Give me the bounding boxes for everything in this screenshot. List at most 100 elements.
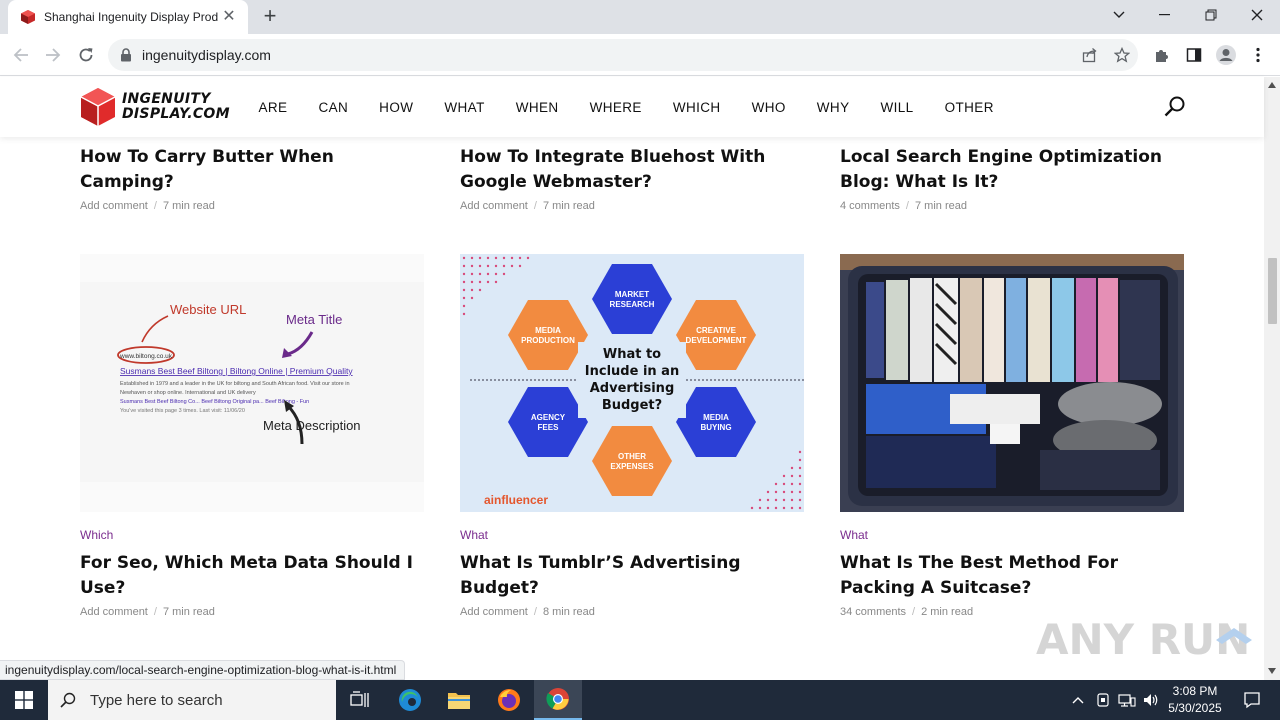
nav-are[interactable]: ARE xyxy=(243,100,303,115)
search-icon xyxy=(60,692,76,708)
logo-cube-icon xyxy=(80,88,116,126)
post-title[interactable]: For Seo, Which Meta Data Should I Use? xyxy=(80,551,424,600)
edge-browser-icon[interactable] xyxy=(386,680,434,720)
hex-market-1: MARKET xyxy=(615,290,649,299)
post-title[interactable]: How To Integrate Bluehost With Google We… xyxy=(460,145,804,194)
nav-what[interactable]: WHAT xyxy=(429,100,500,115)
tray-chevron-up-icon[interactable] xyxy=(1068,680,1088,720)
chrome-taskbar-icon[interactable] xyxy=(534,680,582,720)
hex-market-2: RESEARCH xyxy=(610,300,655,309)
taskbar-search-box[interactable]: Type here to search xyxy=(48,680,336,720)
share-icon[interactable] xyxy=(1077,42,1103,68)
scroll-up-arrow-icon[interactable] xyxy=(1268,82,1276,88)
post-title[interactable]: What Is Tumblr’S Advertising Budget? xyxy=(460,551,804,600)
task-view-icon[interactable] xyxy=(336,680,384,720)
site-favicon-icon xyxy=(21,10,35,24)
tray-device-icon[interactable] xyxy=(1092,680,1114,720)
post-comments[interactable]: 34 comments xyxy=(840,606,906,618)
hex-creative-2: DEVELOPMENT xyxy=(686,336,747,345)
hex-agency-1: AGENCY xyxy=(531,413,566,422)
nav-where[interactable]: WHERE xyxy=(574,100,657,115)
tab-search-chevron-icon[interactable] xyxy=(1096,0,1142,30)
post-title[interactable]: How To Carry Butter When Camping? xyxy=(80,145,424,194)
main-nav: ARE CAN HOW WHAT WHEN WHERE WHICH WHO WH… xyxy=(243,77,1009,137)
post-category[interactable]: What xyxy=(460,528,804,542)
bookmark-star-icon[interactable] xyxy=(1109,42,1135,68)
forward-arrow-icon[interactable] xyxy=(40,42,66,68)
post-card[interactable]: What What Is The Best Method For Packing… xyxy=(840,528,1184,618)
reload-icon[interactable] xyxy=(73,42,99,68)
new-tab-button[interactable]: + xyxy=(258,5,282,28)
post-category[interactable]: What xyxy=(840,528,1184,542)
nav-can[interactable]: CAN xyxy=(303,100,364,115)
chrome-menu-icon[interactable] xyxy=(1245,42,1271,68)
post-comments[interactable]: Add comment xyxy=(460,606,528,618)
post-comments[interactable]: Add comment xyxy=(80,200,148,212)
nav-other[interactable]: OTHER xyxy=(929,100,1009,115)
back-arrow-icon[interactable] xyxy=(8,42,34,68)
taskbar-clock[interactable]: 3:08 PM 5/30/2025 xyxy=(1162,683,1228,717)
post-comments[interactable]: Add comment xyxy=(460,200,528,212)
page-scrollbar[interactable] xyxy=(1264,77,1280,680)
post-thumbnail-advertising-budget[interactable]: MARKET RESEARCH MEDIA PRODUCTION CREATIV… xyxy=(460,254,804,512)
site-logo[interactable]: INGENUITY DISPLAY.COM xyxy=(80,87,230,127)
file-explorer-icon[interactable] xyxy=(435,680,483,720)
post-card[interactable]: How To Integrate Bluehost With Google We… xyxy=(460,145,804,212)
post-title[interactable]: What Is The Best Method For Packing A Su… xyxy=(840,551,1184,600)
browser-toolbar: ingenuitydisplay.com xyxy=(0,34,1280,76)
budget-center-2: Include in an xyxy=(585,364,679,379)
nav-when[interactable]: WHEN xyxy=(500,100,574,115)
label-website-url: Website URL xyxy=(170,302,246,317)
tab-title: Shanghai Ingenuity Display Prod xyxy=(44,10,219,24)
anyrun-watermark: ANY RUN xyxy=(1036,615,1252,664)
hex-other-1: OTHER xyxy=(618,452,646,461)
post-card[interactable]: Which For Seo, Which Meta Data Should I … xyxy=(80,528,424,618)
close-window-button[interactable] xyxy=(1234,0,1280,30)
address-bar[interactable]: ingenuitydisplay.com xyxy=(108,39,1138,71)
nav-who[interactable]: WHO xyxy=(736,100,801,115)
site-header: INGENUITY DISPLAY.COM ARE CAN HOW WHAT W… xyxy=(0,77,1264,137)
taskbar-search-placeholder: Type here to search xyxy=(90,691,223,709)
start-button[interactable] xyxy=(0,680,48,720)
label-meta-description: Meta Description xyxy=(263,418,361,433)
budget-center-3: Advertising xyxy=(590,381,675,396)
extensions-puzzle-icon[interactable] xyxy=(1149,42,1175,68)
tab-close-icon[interactable]: ✕ xyxy=(220,8,238,26)
post-category[interactable]: Which xyxy=(80,528,424,542)
link-status-bar: ingenuitydisplay.com/local-search-engine… xyxy=(0,660,406,680)
side-panel-icon[interactable] xyxy=(1181,42,1207,68)
post-title[interactable]: Local Search Engine Optimization Blog: W… xyxy=(840,145,1184,194)
serp-title: Susmans Best Beef Biltong | Biltong Onli… xyxy=(120,366,353,376)
minimize-button[interactable] xyxy=(1142,0,1188,30)
profile-avatar-icon[interactable] xyxy=(1213,42,1239,68)
post-comments[interactable]: 4 comments xyxy=(840,200,900,212)
hex-media-prod-1: MEDIA xyxy=(535,326,561,335)
nav-will[interactable]: WILL xyxy=(865,100,929,115)
restore-button[interactable] xyxy=(1188,0,1234,30)
address-url: ingenuitydisplay.com xyxy=(142,47,271,63)
notification-icon[interactable] xyxy=(1232,680,1272,720)
post-read-time: 7 min read xyxy=(914,200,967,212)
nav-which[interactable]: WHICH xyxy=(657,100,736,115)
site-search-icon[interactable] xyxy=(1162,94,1188,120)
network-icon[interactable] xyxy=(1116,680,1138,720)
hex-buying-1: MEDIA xyxy=(703,413,729,422)
nav-how[interactable]: HOW xyxy=(364,100,429,115)
browser-tab[interactable]: Shanghai Ingenuity Display Prod ✕ xyxy=(8,0,248,34)
scroll-down-arrow-icon[interactable] xyxy=(1268,668,1276,674)
post-thumbnail-meta-data[interactable]: Website URL Meta Title www.biltong.co.uk… xyxy=(80,254,424,512)
nav-why[interactable]: WHY xyxy=(801,100,865,115)
volume-icon[interactable] xyxy=(1140,680,1162,720)
post-card[interactable]: Local Search Engine Optimization Blog: W… xyxy=(840,145,1184,212)
post-read-time: 7 min read xyxy=(542,200,595,212)
windows-taskbar: Type here to search 3:08 PM 5/30/2025 xyxy=(0,680,1280,720)
post-card[interactable]: What What Is Tumblr’S Advertising Budget… xyxy=(460,528,804,618)
logo-line-2: DISPLAY.COM xyxy=(122,106,230,122)
browser-titlebar: Shanghai Ingenuity Display Prod ✕ + xyxy=(0,0,1280,34)
post-card[interactable]: How To Carry Butter When Camping? Add co… xyxy=(80,145,424,212)
firefox-icon[interactable] xyxy=(485,680,533,720)
post-comments[interactable]: Add comment xyxy=(80,606,148,618)
hex-agency-2: FEES xyxy=(538,423,560,432)
post-thumbnail-suitcase[interactable] xyxy=(840,254,1184,512)
scroll-thumb[interactable] xyxy=(1268,258,1277,324)
